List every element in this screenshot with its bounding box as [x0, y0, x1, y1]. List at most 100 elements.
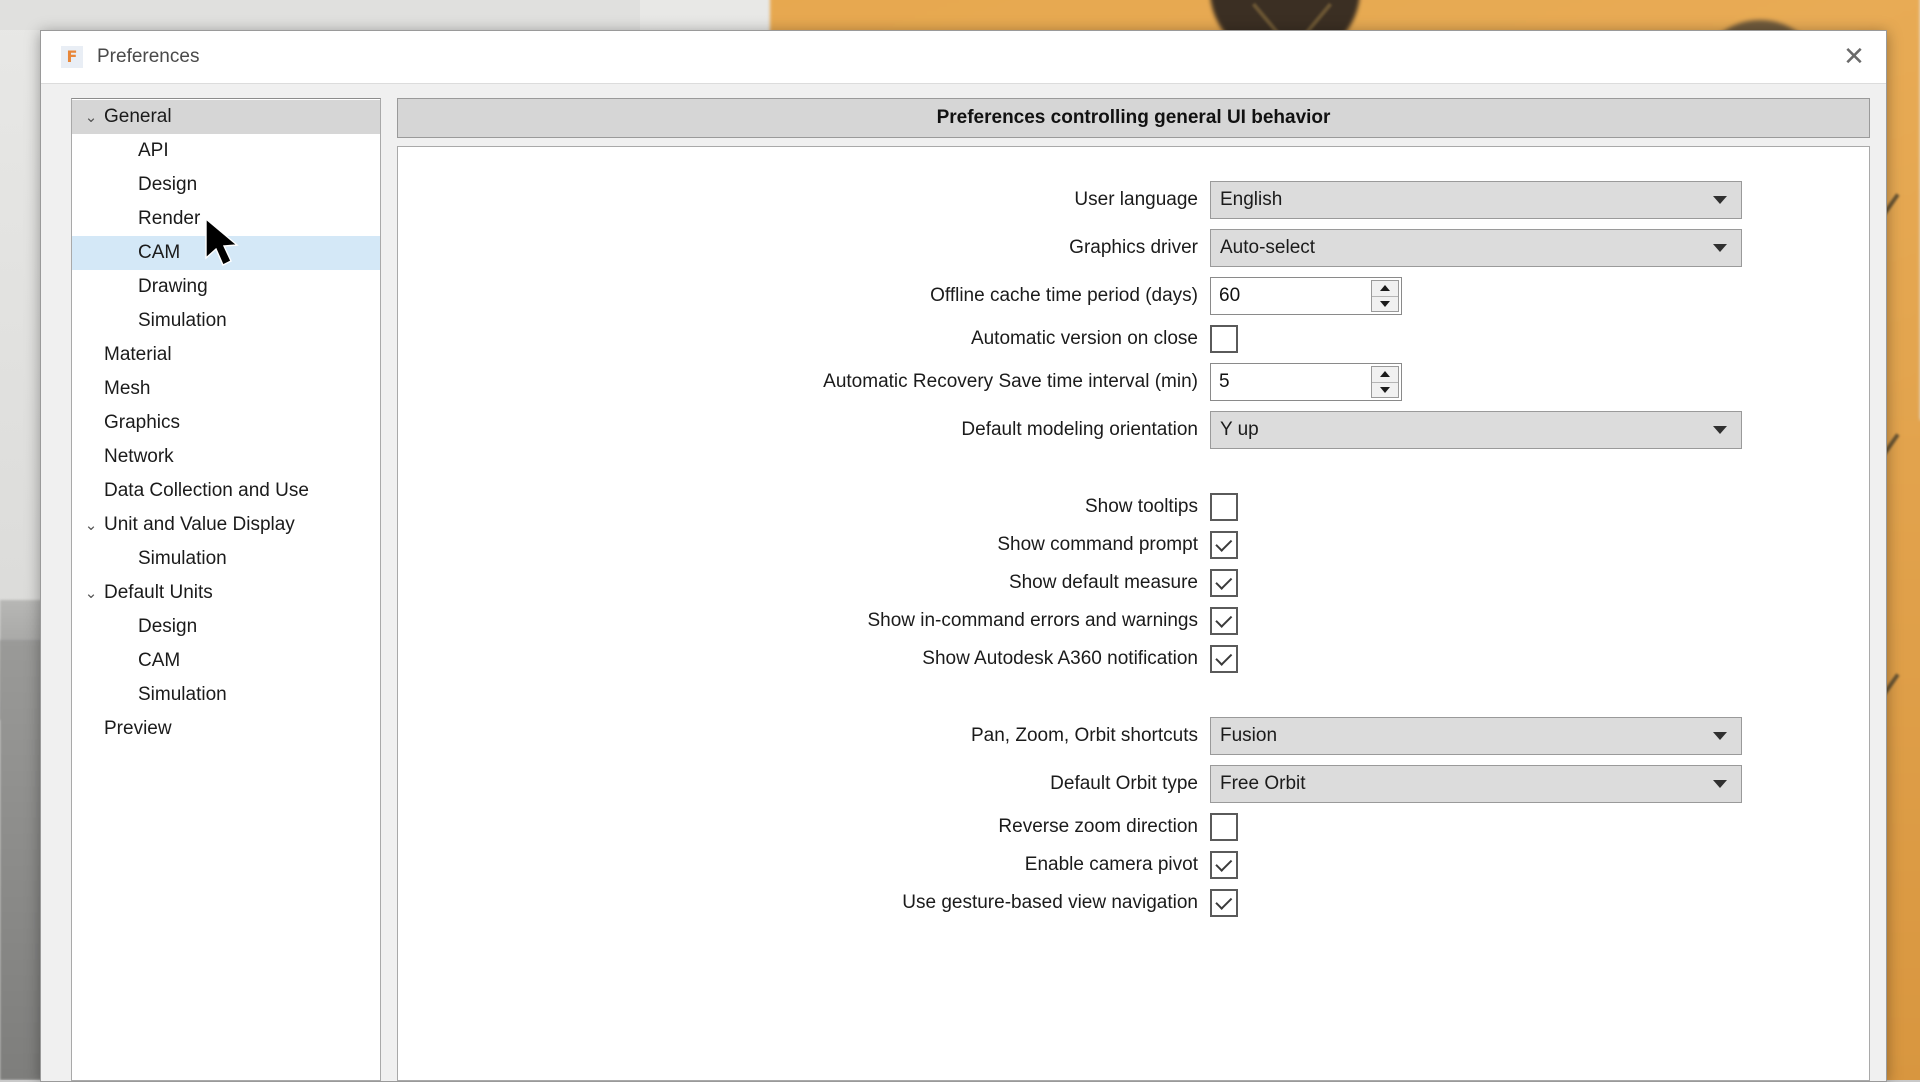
- label-enable-camera-pivot: Enable camera pivot: [398, 854, 1210, 876]
- tree-item-material-7[interactable]: ⌄Material: [72, 338, 380, 372]
- tree-item-label: Drawing: [104, 276, 208, 298]
- offline-cache-value: 60: [1211, 285, 1240, 307]
- row-user-language: User language English: [398, 181, 1869, 219]
- user-language-select[interactable]: English: [1210, 181, 1742, 219]
- label-user-language: User language: [398, 189, 1210, 211]
- row-show-tooltips: Show tooltips: [398, 493, 1869, 521]
- tree-item-cam-16[interactable]: ⌄CAM: [72, 644, 380, 678]
- row-reverse-zoom-direction: Reverse zoom direction: [398, 813, 1869, 841]
- tree-item-simulation-6[interactable]: ⌄Simulation: [72, 304, 380, 338]
- automatic-recovery-save-stepper[interactable]: 5: [1210, 363, 1402, 401]
- label-show-command-prompt: Show command prompt: [398, 534, 1210, 556]
- tree-item-label: Unit and Value Display: [104, 514, 295, 536]
- row-automatic-version-on-close: Automatic version on close: [398, 325, 1869, 353]
- show-in-command-errors-checkbox[interactable]: [1210, 607, 1238, 635]
- tree-item-default-units-14[interactable]: ⌄Default Units: [72, 576, 380, 610]
- stepper-down-icon[interactable]: [1372, 297, 1398, 312]
- chevron-down-icon[interactable]: ⌄: [78, 516, 104, 534]
- label-graphics-driver: Graphics driver: [398, 237, 1210, 259]
- offline-cache-stepper-buttons[interactable]: [1371, 280, 1399, 312]
- tree-item-drawing-5[interactable]: ⌄Drawing: [72, 270, 380, 304]
- tree-indent-spacer: ⌄: [78, 346, 104, 364]
- pan-zoom-orbit-select[interactable]: Fusion: [1210, 717, 1742, 755]
- tree-item-label: API: [104, 140, 169, 162]
- label-automatic-recovery-save: Automatic Recovery Save time interval (m…: [398, 371, 1210, 393]
- tree-item-label: Network: [104, 446, 174, 468]
- tree-indent-spacer: ⌄: [78, 142, 104, 160]
- chevron-down-icon: [1713, 732, 1727, 740]
- automatic-version-on-close-checkbox[interactable]: [1210, 325, 1238, 353]
- close-icon[interactable]: ✕: [1832, 35, 1876, 79]
- chevron-down-icon: [1713, 426, 1727, 434]
- tree-indent-spacer: ⌄: [78, 720, 104, 738]
- reverse-zoom-direction-checkbox[interactable]: [1210, 813, 1238, 841]
- tree-item-data-collection-and-use-11[interactable]: ⌄Data Collection and Use: [72, 474, 380, 508]
- row-automatic-recovery-save: Automatic Recovery Save time interval (m…: [398, 363, 1869, 401]
- tree-item-label: Material: [104, 344, 172, 366]
- tree-item-unit-and-value-display-12[interactable]: ⌄Unit and Value Display: [72, 508, 380, 542]
- chevron-down-icon[interactable]: ⌄: [78, 108, 104, 126]
- label-default-orbit-type: Default Orbit type: [398, 773, 1210, 795]
- label-show-default-measure: Show default measure: [398, 572, 1210, 594]
- row-show-in-command-errors: Show in-command errors and warnings: [398, 607, 1869, 635]
- tree-item-api-1[interactable]: ⌄API: [72, 134, 380, 168]
- tree-item-label: Default Units: [104, 582, 213, 604]
- tree-item-preview-18[interactable]: ⌄Preview: [72, 712, 380, 746]
- tree-item-design-2[interactable]: ⌄Design: [72, 168, 380, 202]
- show-tooltips-checkbox[interactable]: [1210, 493, 1238, 521]
- graphics-driver-select[interactable]: Auto-select: [1210, 229, 1742, 267]
- chevron-down-icon[interactable]: ⌄: [78, 584, 104, 602]
- tree-item-simulation-13[interactable]: ⌄Simulation: [72, 542, 380, 576]
- dialog-title: Preferences: [97, 46, 199, 68]
- row-show-default-measure: Show default measure: [398, 569, 1869, 597]
- tree-item-cam-4[interactable]: ⌄CAM: [72, 236, 380, 270]
- tree-item-label: CAM: [104, 650, 180, 672]
- tree-item-graphics-9[interactable]: ⌄Graphics: [72, 406, 380, 440]
- automatic-recovery-stepper-buttons[interactable]: [1371, 366, 1399, 398]
- show-a360-notification-checkbox[interactable]: [1210, 645, 1238, 673]
- tree-item-label: Simulation: [104, 310, 227, 332]
- user-language-value: English: [1211, 189, 1282, 211]
- pane-content: User language English Graphics driver Au…: [397, 146, 1870, 1081]
- graphics-driver-value: Auto-select: [1211, 237, 1315, 259]
- stepper-up-icon[interactable]: [1372, 367, 1398, 383]
- show-default-measure-checkbox[interactable]: [1210, 569, 1238, 597]
- row-show-command-prompt: Show command prompt: [398, 531, 1869, 559]
- tree-item-mesh-8[interactable]: ⌄Mesh: [72, 372, 380, 406]
- default-modeling-orientation-select[interactable]: Y up: [1210, 411, 1742, 449]
- tree-item-label: Graphics: [104, 412, 180, 434]
- viewport-top-strip: [0, 0, 640, 30]
- tree-item-network-10[interactable]: ⌄Network: [72, 440, 380, 474]
- label-offline-cache: Offline cache time period (days): [398, 285, 1210, 307]
- row-enable-camera-pivot: Enable camera pivot: [398, 851, 1869, 879]
- tree-item-label: General: [104, 106, 172, 128]
- offline-cache-stepper[interactable]: 60: [1210, 277, 1402, 315]
- preferences-dialog: F Preferences ✕ ⌄General⌄API⌄Design⌄Rend…: [40, 30, 1887, 1082]
- chevron-down-icon: [1713, 780, 1727, 788]
- label-gesture-navigation: Use gesture-based view navigation: [398, 892, 1210, 914]
- dialog-body: ⌄General⌄API⌄Design⌄Render⌄CAM⌄Drawing⌄S…: [41, 84, 1886, 1081]
- tree-item-render-3[interactable]: ⌄Render: [72, 202, 380, 236]
- stepper-down-icon[interactable]: [1372, 383, 1398, 398]
- default-modeling-orientation-value: Y up: [1211, 419, 1259, 441]
- tree-item-general-0[interactable]: ⌄General: [72, 100, 380, 134]
- tree-item-simulation-17[interactable]: ⌄Simulation: [72, 678, 380, 712]
- dialog-titlebar: F Preferences ✕: [41, 31, 1886, 84]
- tree-item-label: Design: [104, 174, 197, 196]
- category-tree[interactable]: ⌄General⌄API⌄Design⌄Render⌄CAM⌄Drawing⌄S…: [71, 98, 381, 1081]
- row-default-orbit-type: Default Orbit type Free Orbit: [398, 765, 1869, 803]
- section-gap-2: [398, 683, 1869, 717]
- row-pan-zoom-orbit: Pan, Zoom, Orbit shortcuts Fusion: [398, 717, 1869, 755]
- label-show-tooltips: Show tooltips: [398, 496, 1210, 518]
- gesture-navigation-checkbox[interactable]: [1210, 889, 1238, 917]
- default-orbit-type-select[interactable]: Free Orbit: [1210, 765, 1742, 803]
- tree-item-design-15[interactable]: ⌄Design: [72, 610, 380, 644]
- tree-item-label: Design: [104, 616, 197, 638]
- enable-camera-pivot-checkbox[interactable]: [1210, 851, 1238, 879]
- stepper-up-icon[interactable]: [1372, 281, 1398, 297]
- tree-indent-spacer: ⌄: [78, 482, 104, 500]
- tree-item-label: Preview: [104, 718, 172, 740]
- row-gesture-navigation: Use gesture-based view navigation: [398, 889, 1869, 917]
- tree-item-label: Data Collection and Use: [104, 480, 309, 502]
- show-command-prompt-checkbox[interactable]: [1210, 531, 1238, 559]
